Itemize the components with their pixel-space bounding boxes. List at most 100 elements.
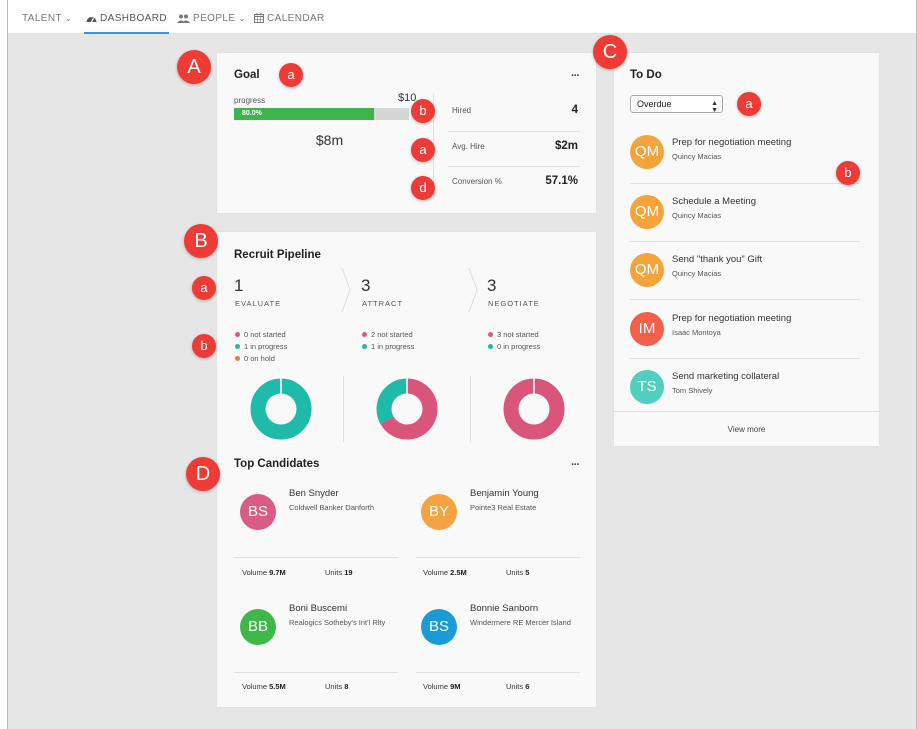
stat-conversion-label: Conversion % xyxy=(452,177,502,186)
chevron-down-icon: ⌄ xyxy=(238,14,246,23)
attract-status-text: 2 not started xyxy=(371,330,413,339)
attract-donut-chart xyxy=(376,378,438,440)
progress-label: progress xyxy=(234,96,266,105)
people-icon xyxy=(177,13,193,24)
stat-avg-hire: Avg. Hire $2m xyxy=(448,131,580,159)
divider xyxy=(614,411,879,412)
volume-value: 9M xyxy=(450,682,461,691)
volume-label: Volume xyxy=(242,568,268,577)
evaluate-donut-chart xyxy=(250,378,312,440)
annotation-marker-d: d xyxy=(411,176,435,200)
todo-title: To Do xyxy=(630,69,662,81)
nav-calendar[interactable]: CALENDAR xyxy=(254,0,325,34)
todo-filter-value: Overdue xyxy=(637,99,672,109)
attract-status-line: 1 in progress xyxy=(362,342,414,351)
nav-people[interactable]: PEOPLE ⌄ xyxy=(177,0,246,34)
units-value: 19 xyxy=(344,568,353,577)
status-dot-icon xyxy=(362,332,367,337)
candidate-volume: Volume 9M xyxy=(423,682,461,691)
status-dot-icon xyxy=(235,344,240,349)
todo-item-person: Isaac Montoya xyxy=(672,328,721,337)
divider xyxy=(630,299,860,300)
top-nav: TALENT ⌄ DASHBOARD PEOPLE ⌄ CALENDAR xyxy=(8,0,916,34)
units-value: 6 xyxy=(525,682,530,691)
todo-item-person: Tom Shively xyxy=(672,386,713,395)
avatar: QM xyxy=(630,195,664,229)
volume-label: Volume xyxy=(423,568,449,577)
negotiate-count: 3 xyxy=(487,276,497,295)
evaluate-label: EVALUATE xyxy=(235,299,282,308)
avatar: BB xyxy=(240,609,276,645)
divider xyxy=(630,358,860,359)
divider xyxy=(416,557,580,558)
negotiate-status-line: 3 not started xyxy=(488,330,539,339)
annotation-marker-a: a xyxy=(411,138,435,162)
candidate-company: Realogics Sotheby's Int'l Rlty xyxy=(289,618,386,627)
todo-item-title: Send marketing collateral xyxy=(672,371,780,382)
annotation-marker-b: b xyxy=(192,334,216,358)
status-dot-icon xyxy=(362,344,367,349)
todo-filter-select[interactable]: Overdue ▲ ▼ xyxy=(630,95,723,114)
attract-status-text: 1 in progress xyxy=(371,342,415,351)
candidate-volume: Volume 9.7M xyxy=(242,568,286,577)
evaluate-status-text: 1 in progress xyxy=(244,342,288,351)
goal-more-button[interactable]: ··· xyxy=(571,70,580,82)
avatar: IM xyxy=(630,312,664,346)
divider xyxy=(416,672,580,673)
goal-current: $8m xyxy=(315,132,344,148)
status-dot-icon xyxy=(488,344,493,349)
chevron-down-icon: ⌄ xyxy=(65,14,73,23)
stat-hired-value: 4 xyxy=(571,104,578,116)
todo-item-person: Quincy Macias xyxy=(672,211,722,220)
stat-conversion-value: 57.1% xyxy=(545,175,578,187)
attract-label: ATTRACT xyxy=(362,299,404,308)
units-label: Units xyxy=(506,568,524,577)
candidate-units: Units 6 xyxy=(506,682,529,691)
todo-item-title: Send "thank you" Gift xyxy=(672,254,763,265)
evaluate-status-text: 0 not started xyxy=(244,330,286,339)
volume-label: Volume xyxy=(423,682,449,691)
candidate-name: Bonnie Sanborn xyxy=(470,603,539,614)
candidate-units: Units 19 xyxy=(325,568,353,577)
todo-item-title: Schedule a Meeting xyxy=(672,196,756,207)
goal-title: Goal xyxy=(234,69,260,81)
evaluate-status-line: 1 in progress xyxy=(235,342,287,351)
todo-item-person: Quincy Macias xyxy=(672,152,722,161)
annotation-marker-b: b xyxy=(836,161,860,185)
candidate-name: Benjamin Young xyxy=(470,488,539,499)
donut-divider xyxy=(343,376,344,442)
nav-dashboard[interactable]: DASHBOARD xyxy=(84,0,169,34)
stat-conversion: Conversion % 57.1% xyxy=(448,166,580,194)
stat-avg-hire-label: Avg. Hire xyxy=(452,142,485,151)
goal-progress-bar: 80.0% xyxy=(234,108,409,120)
nav-talent-label: TALENT xyxy=(22,13,62,24)
negotiate-donut-chart xyxy=(503,378,565,440)
candidate-units: Units 5 xyxy=(506,568,529,577)
candidate-volume: Volume 5.5M xyxy=(242,682,286,691)
nav-talent[interactable]: TALENT ⌄ xyxy=(22,0,72,34)
stat-hired: Hired 4 xyxy=(448,96,580,124)
stat-hired-label: Hired xyxy=(452,106,472,115)
select-arrows-icon: ▲ ▼ xyxy=(711,100,718,114)
attract-status-line: 2 not started xyxy=(362,330,413,339)
candidates-more-button[interactable]: ··· xyxy=(571,459,580,471)
todo-item-title: Prep for negotiation meeting xyxy=(672,137,792,148)
candidate-name: Ben Snyder xyxy=(289,488,339,499)
avatar: TS xyxy=(630,370,664,404)
donut-divider xyxy=(470,376,471,442)
annotation-marker-c-section: C xyxy=(593,35,627,69)
candidate-name: Boni Buscemi xyxy=(289,603,348,614)
status-dot-icon xyxy=(488,332,493,337)
avatar: QM xyxy=(630,135,664,169)
annotation-marker-a: a xyxy=(192,276,216,300)
view-more-link[interactable]: View more xyxy=(614,425,879,434)
volume-value: 5.5M xyxy=(269,682,286,691)
candidates-title: Top Candidates xyxy=(234,458,320,470)
candidate-units: Units 8 xyxy=(325,682,348,691)
candidate-volume: Volume 2.5M xyxy=(423,568,467,577)
calendar-icon xyxy=(254,13,267,24)
stat-avg-hire-value: $2m xyxy=(554,140,578,152)
status-dot-icon xyxy=(235,356,240,361)
nav-dashboard-label: DASHBOARD xyxy=(100,13,167,24)
divider xyxy=(630,241,860,242)
